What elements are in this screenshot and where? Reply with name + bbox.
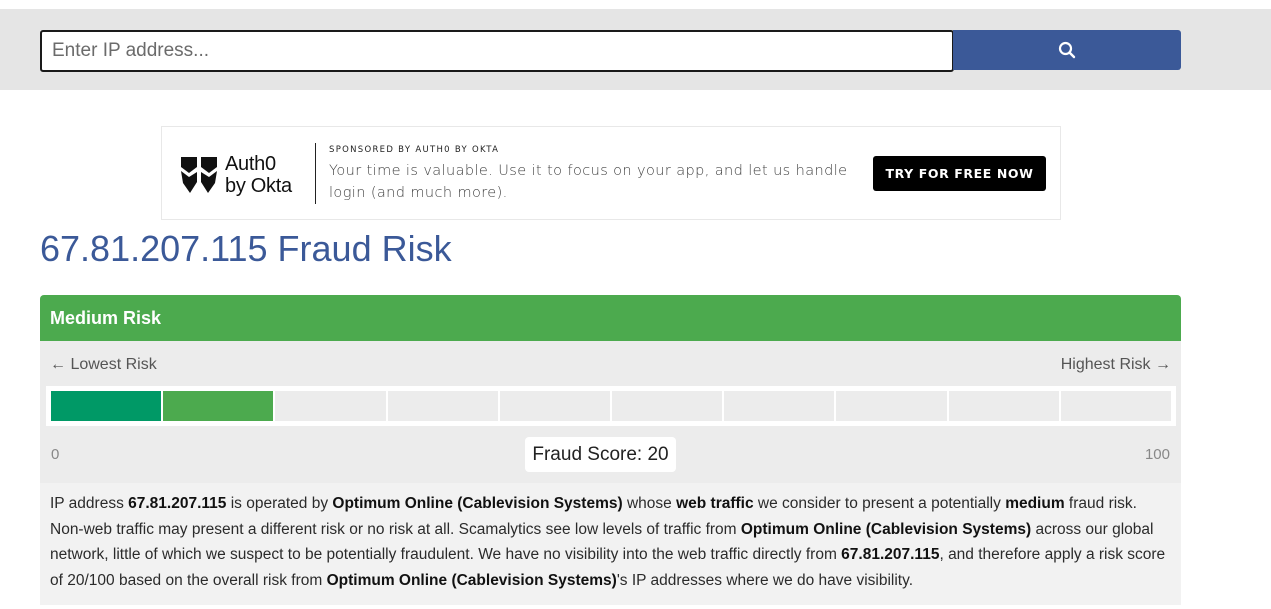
- search-button[interactable]: [953, 30, 1181, 70]
- risk-meter: [46, 386, 1176, 426]
- meter-segment: [275, 391, 386, 421]
- search-bar: [0, 9, 1271, 90]
- desc-text: is operated by: [226, 495, 333, 512]
- sponsored-ad[interactable]: Auth0 by Okta SPONSORED BY AUTH0 BY OKTA…: [161, 126, 1061, 220]
- ad-brand-name: Auth0 by Okta: [225, 153, 292, 197]
- ad-cta-button[interactable]: TRY FOR FREE NOW: [873, 156, 1046, 191]
- lowest-risk-label: ← Lowest Risk: [50, 356, 157, 373]
- meter-segment: [612, 391, 723, 421]
- scale-min-label: 0: [51, 446, 60, 463]
- auth0-logo-icon: [181, 157, 217, 193]
- ad-brand-line2: by Okta: [225, 175, 292, 197]
- risk-description: IP address 67.81.207.115 is operated by …: [40, 483, 1181, 605]
- ad-brand-line1: Auth0: [225, 153, 276, 175]
- meter-segment: [724, 391, 835, 421]
- meter-segment: [499, 391, 611, 421]
- highest-risk-label: Highest Risk →: [1060, 356, 1171, 373]
- desc-ip: 67.81.207.115: [128, 495, 227, 512]
- desc-traffic: web traffic: [676, 495, 754, 512]
- desc-text: we consider to present a potentially: [753, 495, 1006, 512]
- meter-segment: [1060, 391, 1172, 421]
- risk-panel: Medium Risk ← Lowest Risk Highest Risk →…: [40, 295, 1181, 605]
- page-title: 67.81.207.115 Fraud Risk: [40, 228, 452, 269]
- desc-level: medium: [1005, 495, 1065, 512]
- ad-text: Your time is valuable. Use it to focus o…: [329, 163, 848, 201]
- ad-divider: [315, 143, 316, 204]
- risk-level-header: Medium Risk: [40, 295, 1181, 341]
- meter-segment: [163, 391, 274, 421]
- desc-isp: Optimum Online (Cablevision Systems): [332, 495, 623, 512]
- ip-address-input[interactable]: [40, 30, 954, 72]
- desc-ip: 67.81.207.115: [841, 546, 940, 563]
- desc-text: whose: [622, 495, 677, 512]
- meter-segment: [836, 391, 947, 421]
- desc-isp: Optimum Online (Cablevision Systems): [326, 571, 617, 589]
- meter-segment: [948, 391, 1059, 421]
- meter-segment: [387, 391, 498, 421]
- desc-text: IP address: [50, 495, 129, 512]
- scale-max-label: 100: [1144, 446, 1170, 463]
- fraud-score-badge: Fraud Score: 20: [525, 437, 676, 472]
- desc-isp: Optimum Online (Cablevision Systems): [740, 520, 1032, 538]
- meter-segment: [51, 391, 162, 421]
- ad-sponsor-label: SPONSORED BY AUTH0 BY OKTA: [329, 145, 500, 155]
- search-icon: [1058, 41, 1076, 59]
- desc-text: 's IP addresses where we do have visibil…: [616, 571, 914, 589]
